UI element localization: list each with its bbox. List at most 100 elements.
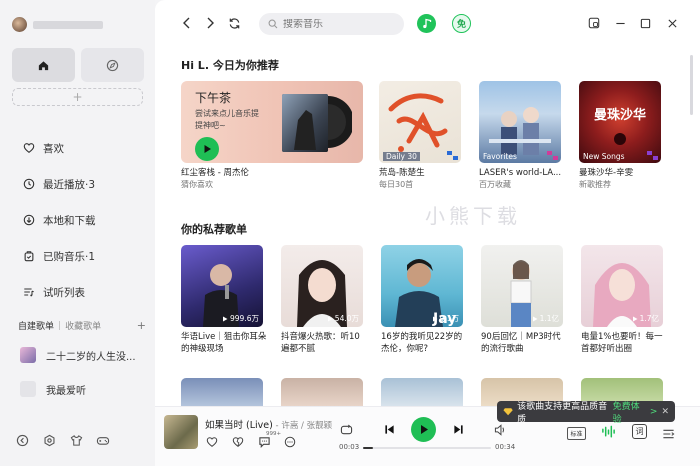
minimize-icon[interactable] <box>612 15 628 31</box>
sidebar-playlist-item[interactable]: 二十二岁的人生没... <box>20 347 136 363</box>
now-playing-title[interactable]: 如果当时 (Live) - 许嵩 / 张靓颖 <box>205 417 332 431</box>
volume-icon[interactable] <box>493 422 508 437</box>
quality-tooltip[interactable]: 该歌曲支持更高品质音质 免费体验 > ✕ <box>497 399 675 425</box>
playlist-desc: 16岁的我听见22岁的杰伦，你呢? <box>381 332 463 354</box>
queue-icon[interactable] <box>661 426 676 441</box>
hero-subtitle: 尝试来点儿音乐提提神吧~ <box>195 109 259 130</box>
hero-title: 下午茶 <box>195 91 232 105</box>
refresh-icon[interactable] <box>226 15 242 31</box>
back-icon[interactable] <box>179 15 195 31</box>
back-circle-icon[interactable] <box>15 433 29 447</box>
sidebar-item-local[interactable]: 本地和下载 <box>22 202 96 238</box>
playlist-card[interactable]: 999.6万 华语Live｜狙击你耳朵的神级现场 <box>181 245 266 355</box>
play-count: 999.6万 <box>222 313 259 324</box>
free-mode-button[interactable]: 免 <box>452 14 471 33</box>
playlist-cover-peek[interactable] <box>381 378 463 406</box>
tab-created-playlists[interactable]: 自建歌单 <box>18 319 54 332</box>
sidebar-item-label: 最近播放·3 <box>43 178 96 191</box>
card-title: LASER's world-LA... <box>479 168 561 178</box>
progress-bar[interactable] <box>363 447 491 449</box>
heart-icon <box>22 142 35 155</box>
music-recognize-button[interactable] <box>417 14 436 33</box>
free-trial-link[interactable]: 免费体验 <box>613 399 646 425</box>
cover-daily30[interactable]: Daily 30 <box>379 81 461 163</box>
add-nav-button[interactable]: + <box>12 88 143 106</box>
search-box[interactable] <box>259 13 404 35</box>
loop-mode-icon[interactable] <box>339 422 354 437</box>
recommend-card[interactable]: Daily 30 荒岛-陈楚生 每日30首 <box>379 81 461 191</box>
cover-favorites[interactable]: Favorites <box>479 81 561 163</box>
quality-button[interactable]: 标准 <box>567 427 586 440</box>
playlist-cover-peek[interactable] <box>181 378 263 406</box>
recommend-card[interactable]: Favorites LASER's world-LA... 百万收藏 <box>479 81 561 191</box>
user-profile[interactable] <box>12 17 103 32</box>
comment-icon[interactable]: 999+ <box>257 431 281 449</box>
playlist-card[interactable]: 1.1亿 90后回忆｜MP3时代的流行歌曲 <box>481 245 563 355</box>
previous-icon[interactable] <box>382 422 397 437</box>
playlist-card[interactable]: 1.7亿 电量1%也要听！每一首都好听出圈 <box>581 245 663 355</box>
sidebar-item-recent[interactable]: 最近播放·3 <box>22 166 96 202</box>
mini-mode-icon[interactable] <box>586 15 602 31</box>
playlist-cover[interactable]: 1.1亿 <box>481 245 563 327</box>
add-playlist-button[interactable]: + <box>137 319 146 332</box>
playlist-card[interactable]: Jay 9.1万 16岁的我听见22岁的杰伦，你呢? <box>381 245 463 355</box>
diamond-icon <box>503 408 513 416</box>
tab-separator: | <box>58 320 62 331</box>
next-icon[interactable] <box>451 422 466 437</box>
lyrics-button[interactable]: 词 <box>632 424 647 439</box>
playlist-cover[interactable]: 999.6万 <box>181 245 263 327</box>
like-icon[interactable] <box>205 435 219 449</box>
sidebar-item-trial[interactable]: 试听列表 <box>22 274 96 310</box>
playlist-cover[interactable]: 54.0万 <box>281 245 363 327</box>
sidebar-playlist-item[interactable]: 我最爱听 <box>20 381 86 397</box>
home-tab[interactable] <box>12 48 75 82</box>
tooltip-close-button[interactable]: ✕ <box>661 407 669 417</box>
hero-song[interactable]: 红尘客栈 - 周杰伦 <box>181 167 331 179</box>
card-sub: 新歌推荐 <box>579 180 611 189</box>
cover-tag: Daily 30 <box>383 152 420 161</box>
play-icon <box>420 425 428 434</box>
sound-effect-icon[interactable] <box>601 424 616 439</box>
now-playing-cover[interactable] <box>164 415 198 449</box>
tab-collected-playlists[interactable]: 收藏歌单 <box>65 319 101 332</box>
download-icon <box>22 214 35 227</box>
playlist-desc: 抖音爆火热歌：听10遍都不腻 <box>281 332 360 354</box>
avatar[interactable] <box>12 17 27 32</box>
playlist-cover-peek[interactable] <box>281 378 363 406</box>
playlist-cover[interactable]: 1.7亿 <box>581 245 663 327</box>
sidebar-menu: 喜欢 最近播放·3 本地和下载 已购音乐·1 试听列表 <box>22 130 96 310</box>
playlist-cover <box>20 347 36 363</box>
close-icon[interactable] <box>664 15 680 31</box>
sidebar-item-liked[interactable]: 喜欢 <box>22 130 96 166</box>
card-title: 曼珠沙华-辛雯 <box>579 168 634 178</box>
scrollbar[interactable] <box>690 55 693 115</box>
time-total: 00:34 <box>495 443 516 451</box>
gamepad-icon[interactable] <box>96 433 110 447</box>
playlist-desc: 90后回忆｜MP3时代的流行歌曲 <box>481 332 561 354</box>
playlist-cover[interactable]: Jay 9.1万 <box>381 245 463 327</box>
discover-tab[interactable] <box>81 48 144 82</box>
hero-banner[interactable]: 下午茶 尝试来点儿音乐提提神吧~ <box>181 81 363 163</box>
cover-new-songs[interactable]: 曼珠沙华 New Songs <box>579 81 661 163</box>
sidebar-item-purchased[interactable]: 已购音乐·1 <box>22 238 96 274</box>
recommend-card[interactable]: 曼珠沙华 New Songs 曼珠沙华-辛雯 新歌推荐 <box>579 81 661 191</box>
settings-icon[interactable] <box>42 433 56 447</box>
play-count: 54.0万 <box>327 313 359 324</box>
playlist-icon <box>22 286 35 299</box>
search-input[interactable] <box>283 18 393 30</box>
more-icon[interactable] <box>283 435 297 449</box>
playlist-card[interactable]: 54.0万 抖音爆火热歌：听10遍都不腻 <box>281 245 363 355</box>
song-title[interactable]: 如果当时 (Live) <box>205 420 273 431</box>
sidebar-item-label: 喜欢 <box>43 142 64 155</box>
hero-play-button[interactable] <box>195 137 219 161</box>
play-pause-button[interactable] <box>411 417 436 442</box>
corner-logo-icon <box>547 151 558 160</box>
music-app: + 喜欢 最近播放·3 本地和下载 已购音乐·1 试听列表 自建歌单 | 收藏歌… <box>0 0 700 466</box>
song-artist[interactable]: - 许嵩 / 张靓颖 <box>273 421 333 431</box>
forward-icon[interactable] <box>202 15 218 31</box>
time-current: 00:03 <box>339 443 360 451</box>
dislike-icon[interactable] <box>231 435 245 449</box>
compass-icon <box>106 59 119 71</box>
skin-icon[interactable] <box>69 433 83 447</box>
maximize-icon[interactable] <box>637 15 653 31</box>
